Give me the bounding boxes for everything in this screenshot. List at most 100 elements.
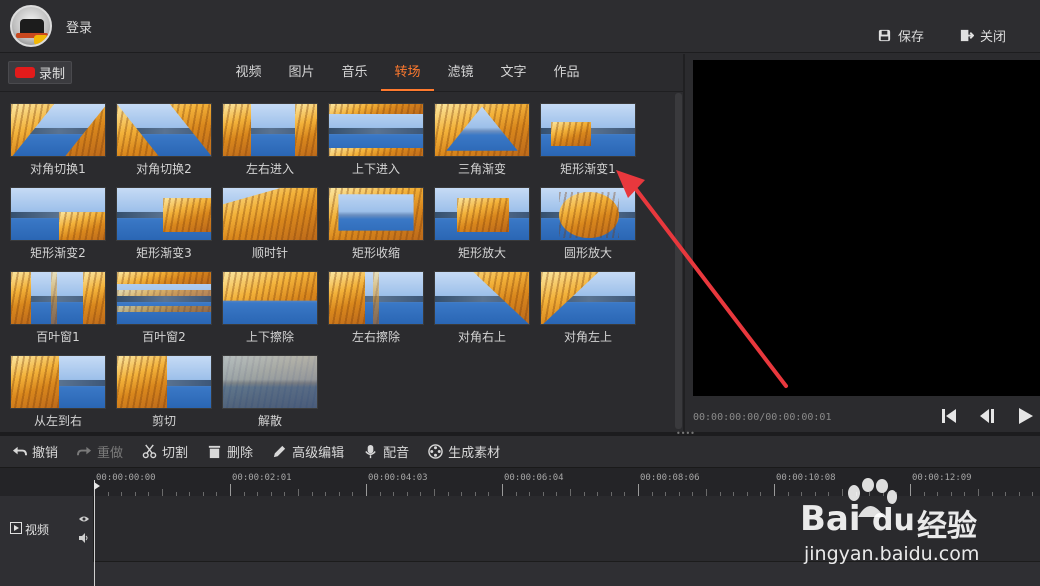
ruler-minor-tick [162,489,163,496]
close-button[interactable]: 关闭 [959,26,1006,45]
transition-label: 矩形渐变2 [30,246,86,260]
transition-label: 矩形收缩 [351,246,400,260]
transition-label: 上下进入 [351,162,400,176]
transition-thumbnail [434,103,530,157]
watermark-brand: Bai [800,499,861,539]
tab-text[interactable]: 文字 [487,54,540,91]
dub-label: 配音 [383,446,410,461]
volume-icon[interactable] [79,533,89,543]
transition-item[interactable]: 顺时针 [222,187,318,261]
transition-item[interactable]: 上下擦除 [222,271,318,345]
ruler-label: 00:00:08:06 [640,473,700,483]
transition-item[interactable]: 剪切 [116,355,212,429]
tab-image[interactable]: 图片 [275,54,328,91]
ruler-major-tick [774,484,775,496]
record-label: 录制 [39,67,66,82]
undo-button[interactable]: 撤销 [12,442,58,461]
transition-thumbnail [10,187,106,241]
playhead-handle[interactable] [94,482,100,490]
transition-item[interactable]: 矩形渐变1 [540,103,636,177]
transition-item[interactable]: 对角右上 [434,271,530,345]
generate-label: 生成素材 [448,446,501,461]
vertical-scrollbar[interactable] [675,93,682,429]
transition-item[interactable]: 三角渐变 [434,103,530,177]
transition-item[interactable]: 从左到右 [10,355,106,429]
transition-item[interactable]: 对角左上 [540,271,636,345]
save-label: 保存 [898,30,925,45]
transition-thumbnail [10,103,106,157]
transition-label: 三角渐变 [457,162,506,176]
eye-icon[interactable] [79,514,89,524]
record-icon [15,67,35,78]
transition-thumbnail [116,271,212,325]
transition-label: 百叶窗1 [36,330,80,344]
transition-thumbnail [328,271,424,325]
transition-label: 圆形放大 [563,246,612,260]
tab-transition[interactable]: 转场 [381,54,434,91]
pencil-icon [273,445,286,458]
advanced-edit-button[interactable]: 高级编辑 [272,442,344,461]
watermark-url: jingyan.baidu.com [804,543,980,565]
step-back-icon[interactable] [977,406,997,426]
playhead[interactable] [94,480,95,586]
top-bar: 登录 保存 关闭 [0,0,1040,53]
transition-thumbnail [328,187,424,241]
record-button[interactable]: 录制 [8,61,73,84]
film-reel-icon [428,444,443,459]
transition-label: 矩形渐变3 [136,246,192,260]
transition-item[interactable]: 解散 [222,355,318,429]
transition-label: 矩形渐变1 [560,162,616,176]
transition-label: 左右进入 [245,162,294,176]
transition-item[interactable]: 百叶窗1 [10,271,106,345]
tab-video[interactable]: 视频 [222,54,275,91]
login-link[interactable]: 登录 [66,17,92,36]
tab-music[interactable]: 音乐 [328,54,381,91]
cut-button[interactable]: 切割 [142,442,188,461]
transition-item[interactable]: 矩形渐变2 [10,187,106,261]
advanced-edit-label: 高级编辑 [292,446,345,461]
transition-label: 对角切换1 [30,162,86,176]
microphone-icon [365,444,376,459]
transition-item[interactable]: 百叶窗2 [116,271,212,345]
transition-thumbnail [222,187,318,241]
ruler-label: 00:00:02:01 [232,473,292,483]
transition-item[interactable]: 对角切换1 [10,103,106,177]
transition-thumbnail [222,103,318,157]
transition-item[interactable]: 上下进入 [328,103,424,177]
tab-filter[interactable]: 滤镜 [434,54,487,91]
transition-item[interactable]: 对角切换2 [116,103,212,177]
ruler-major-tick [366,484,367,496]
transition-thumbnail [540,271,636,325]
skip-start-icon[interactable] [939,406,959,426]
play-icon[interactable] [1015,406,1035,426]
tab-bar: 视频 图片 音乐 转场 滤镜 文字 作品 [222,54,593,91]
scissors-icon [142,444,157,459]
transition-label: 对角右上 [457,330,506,344]
transition-thumbnail [434,271,530,325]
transition-item[interactable]: 左右擦除 [328,271,424,345]
transition-item[interactable]: 矩形放大 [434,187,530,261]
tab-works[interactable]: 作品 [540,54,593,91]
save-button[interactable]: 保存 [877,26,924,45]
transition-label: 顺时针 [251,246,288,260]
trash-icon [208,445,221,459]
redo-button[interactable]: 重做 [77,442,123,461]
generate-button[interactable]: 生成素材 [428,442,500,461]
dub-button[interactable]: 配音 [363,442,409,461]
avatar[interactable] [10,5,52,47]
transition-thumbnail [116,355,212,409]
delete-label: 删除 [227,446,254,461]
transition-item[interactable]: 矩形收缩 [328,187,424,261]
video-track-label: 视频 [25,523,50,537]
transition-thumbnail [222,271,318,325]
transition-label: 百叶窗2 [142,330,186,344]
delete-button[interactable]: 删除 [207,442,253,461]
transition-item[interactable]: 圆形放大 [540,187,636,261]
transition-item[interactable]: 左右进入 [222,103,318,177]
ruler-major-tick [638,484,639,496]
undo-label: 撤销 [32,446,59,461]
redo-icon [77,446,92,456]
baidu-watermark: Bai du 经验 jingyan.baidu.com [800,477,1030,577]
transition-item[interactable]: 矩形渐变3 [116,187,212,261]
preview-timecode: 00:00:00:00/00:00:00:01 [693,412,832,423]
